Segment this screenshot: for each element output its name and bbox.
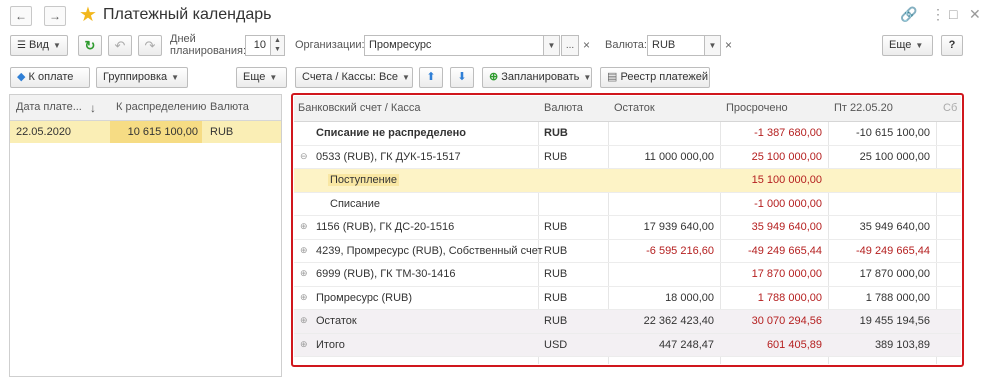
more-menu-icon[interactable]: ⋮ xyxy=(931,6,945,23)
grouping-label: Группировка xyxy=(103,71,168,83)
column-header-amount[interactable]: К распределению xyxy=(116,101,206,113)
list-icon: ☰ xyxy=(17,40,26,51)
accounts-filter-label: Счета / Кассы: Все xyxy=(302,71,399,83)
table-header: Дата плате... ↓ К распределению Валюта xyxy=(10,95,281,121)
payment-registry-label: Реестр платежей xyxy=(620,71,709,83)
org-label: Организации: xyxy=(295,39,365,51)
redo-icon: ↷ xyxy=(144,38,156,53)
highlight-frame xyxy=(291,93,964,367)
table-row[interactable]: 22.05.2020 10 615 100,00 RUB xyxy=(10,121,281,143)
sort-down-icon[interactable]: ↓ xyxy=(90,101,96,115)
pay-arrow-icon: ◆ xyxy=(17,71,26,83)
chevron-down-icon: ▼ xyxy=(52,41,61,50)
close-icon[interactable]: ✕ xyxy=(969,6,981,23)
column-header-currency[interactable]: Валюта xyxy=(210,101,249,113)
org-select-button[interactable]: ... xyxy=(561,35,579,56)
chevron-down-icon: ▼ xyxy=(547,41,556,50)
view-button[interactable]: ☰ Вид ▼ xyxy=(10,35,68,56)
org-clear-icon[interactable]: × xyxy=(583,38,590,52)
plus-circle-icon: ⊕ xyxy=(489,71,499,83)
accounts-filter-button[interactable]: Счета / Кассы: Все ▼ xyxy=(295,67,413,88)
days-label-line2: планирования: xyxy=(170,45,247,57)
document-icon: ▤ xyxy=(607,71,618,83)
back-arrow-icon: ← xyxy=(15,9,27,23)
days-stepper[interactable]: ▲ ▼ xyxy=(271,35,285,56)
distribution-table[interactable]: Дата плате... ↓ К распределению Валюта 2… xyxy=(9,94,282,377)
back-button[interactable]: ← xyxy=(10,6,32,26)
forward-arrow-icon: → xyxy=(49,9,61,23)
chevron-down-icon: ▼ xyxy=(915,41,924,50)
more-button[interactable]: Еще ▼ xyxy=(882,35,933,56)
days-label-line1: Дней xyxy=(170,33,196,45)
plan-button[interactable]: ⊕ Запланировать ▼ xyxy=(482,67,592,88)
chevron-down-icon: ▼ xyxy=(269,73,278,82)
move-up-button[interactable]: ⬆ xyxy=(419,67,443,88)
link-icon[interactable]: 🔗 xyxy=(900,6,917,23)
column-header-date[interactable]: Дата плате... xyxy=(16,101,82,113)
page-title: Платежный календарь xyxy=(103,6,272,23)
pay-label: К оплате xyxy=(28,71,74,83)
view-label: Вид xyxy=(29,39,49,51)
plan-label: Запланировать xyxy=(501,71,580,83)
help-button[interactable]: ? xyxy=(941,35,963,56)
payment-registry-button[interactable]: ▤ Реестр платежей xyxy=(600,67,710,88)
currency-clear-icon[interactable]: × xyxy=(725,38,732,52)
title-bar: ← → ★ Платежный календарь 🔗 ⋮ □ ✕ xyxy=(0,0,985,32)
grouping-button[interactable]: Группировка ▼ xyxy=(96,67,188,88)
refresh-icon: ↻ xyxy=(84,38,96,53)
chevron-down-icon: ▼ xyxy=(402,73,410,82)
row-date: 22.05.2020 xyxy=(16,126,72,138)
maximize-icon[interactable]: □ xyxy=(949,6,957,22)
favorite-star-icon[interactable]: ★ xyxy=(79,4,97,26)
undo-icon: ↶ xyxy=(114,38,126,53)
chevron-down-icon: ▼ xyxy=(583,73,592,82)
row-currency: RUB xyxy=(210,126,234,138)
left-more-button[interactable]: Еще ▼ xyxy=(236,67,287,88)
currency-dropdown-button[interactable]: ▼ xyxy=(705,35,721,56)
forward-button[interactable]: → xyxy=(44,6,66,26)
org-input[interactable]: Промресурс xyxy=(364,35,544,56)
currency-input[interactable]: RUB xyxy=(647,35,705,56)
days-input[interactable]: 10 xyxy=(245,35,271,56)
currency-label: Валюта: xyxy=(605,39,647,51)
arrow-up-icon: ⬆ xyxy=(426,71,436,83)
move-down-button[interactable]: ⬇ xyxy=(450,67,474,88)
chevron-down-icon: ▼ xyxy=(708,41,717,50)
org-dropdown-button[interactable]: ▼ xyxy=(544,35,560,56)
pay-button[interactable]: ◆ К оплате xyxy=(10,67,90,88)
chevron-down-icon: ▼ xyxy=(171,73,180,82)
arrow-down-icon: ⬇ xyxy=(457,71,467,83)
row-amount: 10 615 100,00 xyxy=(110,121,202,143)
refresh-button[interactable]: ↻ xyxy=(78,35,102,56)
more-label: Еще xyxy=(889,39,912,51)
redo-button[interactable]: ↷ xyxy=(138,35,162,56)
left-more-label: Еще xyxy=(243,71,266,83)
undo-button[interactable]: ↶ xyxy=(108,35,132,56)
